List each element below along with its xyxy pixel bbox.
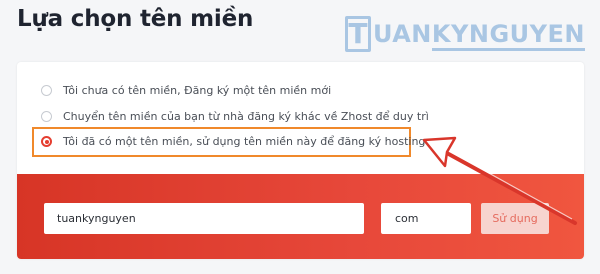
watermark-logo: T UANKYNGUYEN — [345, 14, 585, 54]
option-use-existing[interactable]: Tôi đã có một tên miền, sử dụng tên miền… — [41, 135, 429, 148]
use-button[interactable]: Sử dụng — [481, 203, 549, 234]
option-label: Tôi đã có một tên miền, sử dụng tên miền… — [63, 135, 429, 148]
option-label: Chuyển tên miền của bạn từ nhà đăng ký k… — [63, 110, 429, 123]
domain-name-input[interactable]: tuankynguyen — [44, 203, 364, 234]
radio-button-checked[interactable] — [41, 136, 52, 147]
page-title: Lựa chọn tên miền — [17, 6, 254, 32]
watermark-prefix: UAN — [372, 20, 432, 48]
tld-input[interactable]: com — [381, 203, 471, 234]
option-label: Tôi chưa có tên miền, Đăng ký một tên mi… — [63, 84, 332, 97]
option-register-new[interactable]: Tôi chưa có tên miền, Đăng ký một tên mi… — [41, 84, 331, 97]
domain-selection-card: Tôi chưa có tên miền, Đăng ký một tên mi… — [17, 62, 584, 259]
watermark-text: UANKYNGUYEN — [372, 20, 585, 51]
option-transfer[interactable]: Chuyển tên miền của bạn từ nhà đăng ký k… — [41, 110, 429, 123]
radio-button[interactable] — [41, 85, 52, 96]
watermark-underlined: KYNGUYEN — [431, 20, 585, 51]
watermark-letter: T — [345, 16, 371, 52]
domain-input-band: tuankynguyen com Sử dụng — [17, 174, 584, 259]
radio-button[interactable] — [41, 111, 52, 122]
